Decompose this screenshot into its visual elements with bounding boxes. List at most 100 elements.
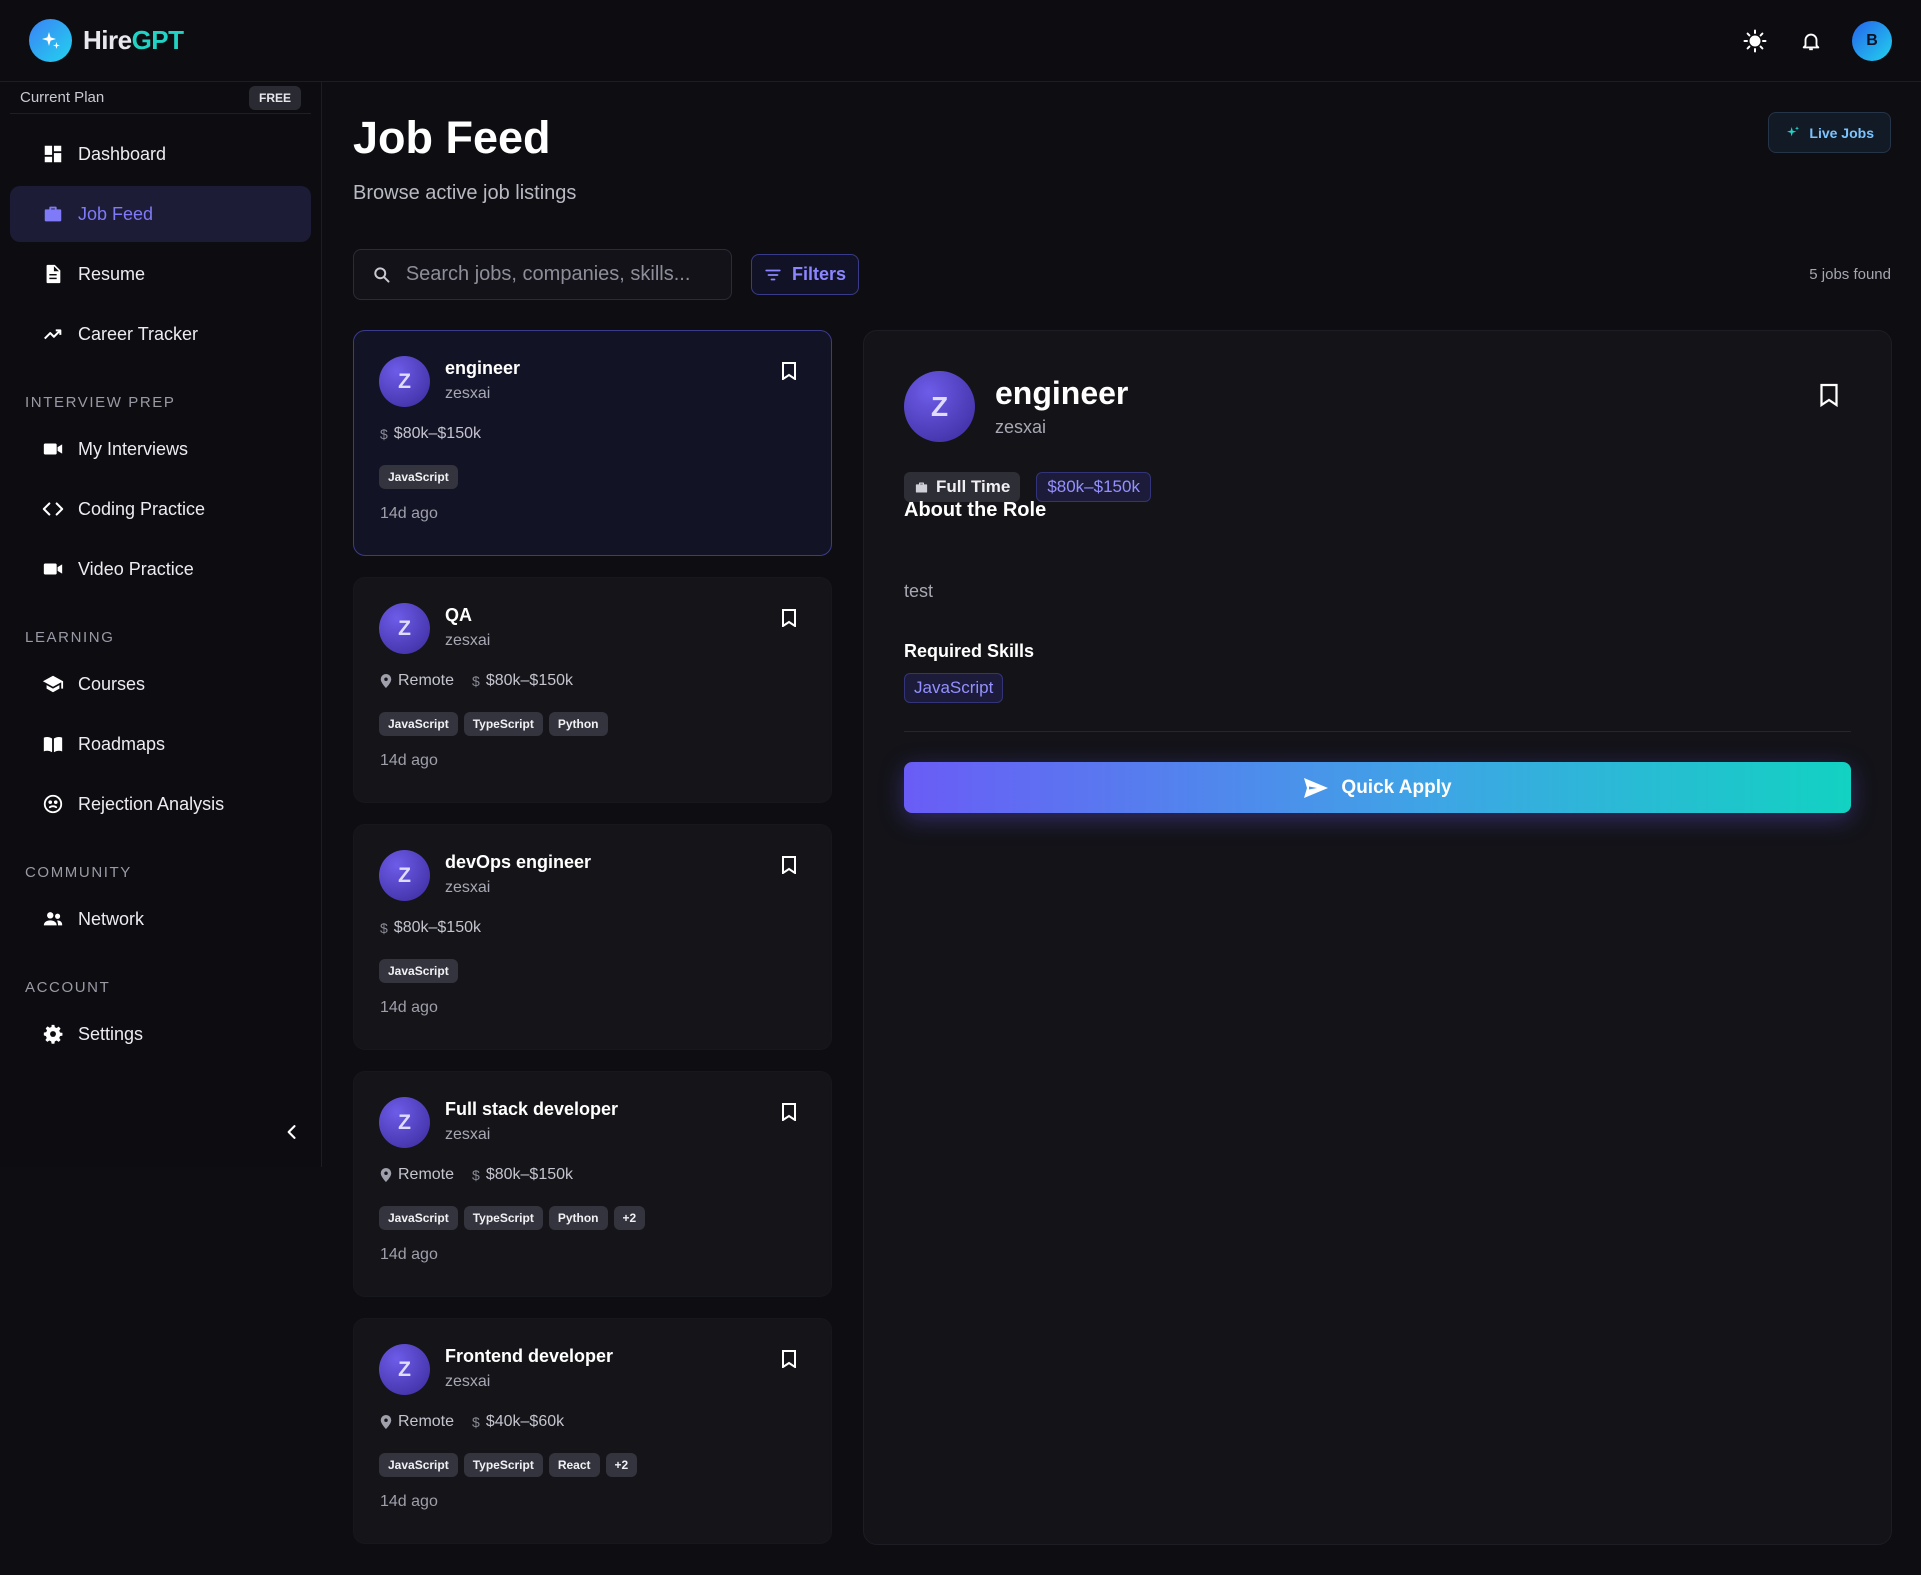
company-name: zesxai [445, 1126, 491, 1143]
sidebar-item-career-tracker[interactable]: Career Tracker [10, 306, 311, 362]
employment-type-badge: Full Time [904, 472, 1021, 502]
company-avatar: Z [379, 1097, 430, 1148]
filter-icon [765, 269, 781, 280]
posted-time: 14d ago [380, 752, 438, 769]
company-name: zesxai [445, 632, 491, 649]
sidebar-item-coding-practice[interactable]: Coding Practice [10, 481, 311, 537]
bookmark-icon[interactable] [781, 609, 797, 632]
quick-apply-button[interactable]: Quick Apply [904, 762, 1851, 813]
sun-icon[interactable] [1740, 26, 1770, 56]
sidebar-item-label: Resume [78, 263, 146, 284]
company-avatar: Z [904, 371, 975, 442]
skill-tag: React [548, 1453, 600, 1477]
sparkle-icon [1787, 125, 1800, 136]
sidebar-item-label: Dashboard [78, 143, 167, 164]
user-avatar[interactable]: B [1852, 20, 1892, 61]
dollar-icon: $ [380, 426, 388, 442]
job-card[interactable]: Z QA zesxai Remote $ $80k–$150k JavaScrip… [353, 577, 832, 803]
code-icon [42, 502, 64, 516]
bookmark-icon[interactable] [781, 856, 797, 879]
face-icon [43, 794, 63, 814]
divider [904, 731, 1851, 732]
skill-tag: JavaScript [379, 1453, 458, 1477]
book-icon [43, 736, 63, 753]
brand-logo[interactable]: HireGPT [29, 19, 184, 62]
location: Remote [380, 1413, 454, 1431]
sidebar-item-network[interactable]: Network [10, 891, 311, 947]
job-title: Frontend developer [445, 1346, 614, 1366]
posted-time: 14d ago [380, 999, 438, 1016]
job-card[interactable]: Z Full stack developer zesxai Remote $ $8… [353, 1071, 832, 1297]
bookmark-icon[interactable] [1819, 383, 1839, 412]
sidebar-item-job-feed[interactable]: Job Feed [10, 186, 311, 242]
sidebar-item-my-interviews[interactable]: My Interviews [10, 421, 311, 477]
more-skills-tag: +2 [605, 1453, 638, 1477]
job-card[interactable]: Z Frontend developer zesxai Remote $ $40k… [353, 1318, 832, 1544]
bookmark-icon[interactable] [781, 1103, 797, 1126]
sidebar-item-video-practice[interactable]: Video Practice [10, 541, 311, 597]
trending-up-icon [44, 329, 62, 340]
sidebar-item-roadmaps[interactable]: Roadmaps [10, 716, 311, 772]
bell-icon[interactable] [1796, 26, 1826, 56]
job-title: devOps engineer [445, 852, 592, 872]
company-name: zesxai [445, 879, 491, 896]
company-name: zesxai [445, 385, 491, 402]
posted-time: 14d ago [380, 1493, 438, 1510]
job-list: Z engineer zesxai $ $80k–$150k JavaScript… [353, 330, 832, 1565]
skill-tag: Python [548, 712, 608, 736]
sidebar-item-label: Career Tracker [78, 323, 199, 344]
skill-tag: JavaScript [379, 465, 458, 489]
job-description: test [904, 581, 934, 601]
gear-icon [43, 1024, 63, 1044]
skills-heading: Required Skills [904, 641, 1035, 661]
sidebar-item-label: Rejection Analysis [78, 793, 225, 814]
plan-label: Current Plan [20, 89, 105, 106]
video-camera-icon [43, 443, 63, 455]
sidebar-item-settings[interactable]: Settings [10, 1006, 311, 1062]
bookmark-icon[interactable] [781, 362, 797, 385]
search-input[interactable] [405, 263, 713, 286]
sidebar-item-courses[interactable]: Courses [10, 656, 311, 712]
plan-badge: FREE [248, 85, 301, 110]
required-skill-tag: JavaScript [904, 673, 1004, 703]
job-card[interactable]: Z engineer zesxai $ $80k–$150k JavaScript… [353, 330, 832, 556]
dollar-icon: $ [472, 1414, 480, 1430]
posted-time: 14d ago [380, 1246, 438, 1263]
section-label-account: ACCOUNT [25, 979, 111, 996]
search-icon [374, 266, 390, 283]
collapse-sidebar-button[interactable] [282, 1122, 302, 1147]
company-avatar: Z [379, 850, 430, 901]
salary: $ $40k–$60k [472, 1413, 565, 1430]
detail-company-name: zesxai [995, 417, 1047, 437]
salary-badge: $80k–$150k [1036, 472, 1151, 502]
sidebar-item-dashboard[interactable]: Dashboard [10, 126, 311, 182]
dollar-icon: $ [472, 673, 480, 689]
about-heading: About the Role [904, 499, 1047, 521]
job-title: QA [445, 605, 472, 625]
briefcase-icon [44, 206, 62, 222]
skill-tag: JavaScript [379, 959, 458, 983]
map-pin-icon [380, 1168, 392, 1182]
filters-label: Filters [792, 264, 847, 284]
brand-name: HireGPT [83, 25, 184, 55]
sidebar-item-label: Settings [78, 1023, 144, 1044]
sidebar-item-label: Courses [78, 673, 146, 694]
location: Remote [380, 1166, 454, 1184]
people-icon [43, 912, 63, 926]
sidebar-item-label: Roadmaps [78, 733, 166, 754]
job-title: Full stack developer [445, 1099, 619, 1119]
video-camera-icon [43, 563, 63, 575]
document-icon [46, 264, 61, 284]
filters-button[interactable]: Filters [751, 254, 860, 295]
sidebar-item-resume[interactable]: Resume [10, 246, 311, 302]
live-jobs-button[interactable]: Live Jobs [1768, 112, 1891, 153]
job-card[interactable]: Z devOps engineer zesxai $ $80k–$150k Jav… [353, 824, 832, 1050]
bookmark-icon[interactable] [781, 1350, 797, 1373]
sidebar-item-label: My Interviews [78, 438, 189, 459]
sidebar-item-rejection-analysis[interactable]: Rejection Analysis [10, 776, 311, 832]
salary: $ $80k–$150k [380, 919, 481, 936]
page-title: Job Feed [353, 112, 551, 163]
company-avatar: Z [379, 1344, 430, 1395]
sidebar-item-label: Video Practice [78, 558, 194, 579]
search-box[interactable] [353, 249, 732, 300]
